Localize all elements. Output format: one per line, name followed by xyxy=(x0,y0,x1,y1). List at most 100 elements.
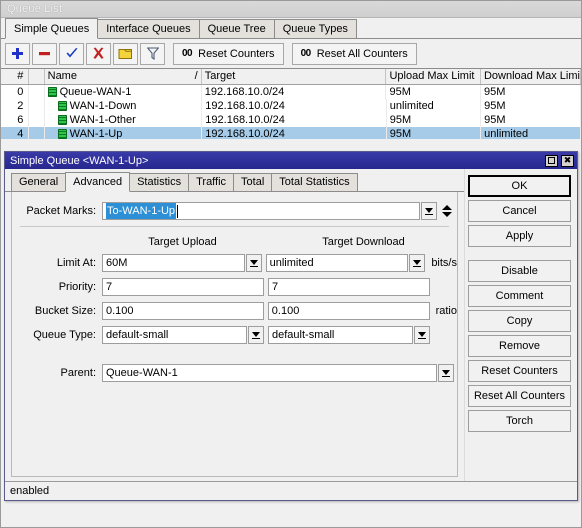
reset-counters-toolbar-button[interactable]: 00 Reset Counters xyxy=(173,42,284,65)
column-header-download-max-limit[interactable]: Download Max Limit xyxy=(481,69,581,84)
check-icon xyxy=(66,48,77,58)
tab-queue-types[interactable]: Queue Types xyxy=(273,19,357,38)
disable-button[interactable]: Disable xyxy=(468,260,571,282)
tab-total-statistics[interactable]: Total Statistics xyxy=(271,173,358,191)
column-header-number[interactable]: # xyxy=(1,69,30,84)
cancel-button[interactable]: Cancel xyxy=(468,200,571,222)
close-button[interactable]: ✖ xyxy=(561,154,574,167)
apply-button[interactable]: Apply xyxy=(468,225,571,247)
counter-badge-icon: 00 xyxy=(300,48,312,59)
packet-marks-dropdown-button[interactable] xyxy=(421,202,437,220)
row-download-max-limit: 95M xyxy=(481,99,581,113)
table-row-selected[interactable]: 4 WAN-1-Up 192.168.10.0/24 95M unlimited xyxy=(1,127,581,139)
row-flags xyxy=(29,85,45,99)
form-divider xyxy=(20,226,449,227)
queue-table[interactable]: # Name / Target Upload Max Limit Downloa… xyxy=(1,68,581,139)
queue-icon xyxy=(57,101,67,111)
limit-at-upload-dropdown-button[interactable] xyxy=(245,254,262,272)
add-button[interactable] xyxy=(5,42,30,65)
chevron-down-icon xyxy=(442,369,450,375)
tab-traffic-label: Traffic xyxy=(196,176,227,188)
ok-button[interactable]: OK xyxy=(468,175,571,197)
note-icon xyxy=(118,48,132,59)
reset-counters-button[interactable]: Reset Counters xyxy=(468,360,571,382)
tab-queue-tree-label: Queue Tree xyxy=(207,23,266,35)
limit-at-upload-input[interactable]: 60M xyxy=(102,254,245,272)
tab-general[interactable]: General xyxy=(11,173,67,191)
comment-button[interactable] xyxy=(113,42,138,65)
limit-at-download-input[interactable]: unlimited xyxy=(265,254,409,272)
toolbar: 00 Reset Counters 00 Reset All Counters xyxy=(1,39,581,68)
tab-queue-tree[interactable]: Queue Tree xyxy=(198,19,275,38)
row-upload-max-limit: 95M xyxy=(386,85,481,99)
window-title: Queue List xyxy=(7,3,63,15)
column-header-target[interactable]: Target xyxy=(202,69,387,84)
tab-interface-queues[interactable]: Interface Queues xyxy=(97,19,200,38)
row-flags xyxy=(29,127,45,139)
priority-upload-input[interactable]: 7 xyxy=(102,278,264,296)
packet-marks-row: Packet Marks: To-WAN-1-Up xyxy=(12,200,457,222)
reset-all-counters-button[interactable]: Reset All Counters xyxy=(468,385,571,407)
tab-statistics[interactable]: Statistics xyxy=(129,173,190,191)
parent-input[interactable]: Queue-WAN-1 xyxy=(102,364,437,382)
row-target: 192.168.10.0/24 xyxy=(202,85,387,99)
remove-button[interactable]: Remove xyxy=(468,335,571,357)
filter-button[interactable] xyxy=(140,42,165,65)
priority-download-input[interactable]: 7 xyxy=(268,278,430,296)
bucket-size-upload-input[interactable]: 0.100 xyxy=(102,302,264,320)
row-flags xyxy=(29,113,45,127)
row-download-max-limit: 95M xyxy=(481,113,581,127)
packet-marks-input[interactable]: To-WAN-1-Up xyxy=(102,202,420,220)
tab-total[interactable]: Total xyxy=(233,173,273,191)
torch-button[interactable]: Torch xyxy=(468,410,571,432)
enable-button[interactable] xyxy=(59,42,84,65)
limit-at-download-dropdown-button[interactable] xyxy=(409,254,426,272)
reset-counters-label: Reset Counters xyxy=(198,47,275,60)
queue-type-upload-input[interactable]: default-small xyxy=(102,326,247,344)
queue-type-upload-dropdown-button[interactable] xyxy=(248,326,264,344)
packet-marks-spinner[interactable] xyxy=(440,202,454,220)
add-icon xyxy=(12,48,23,59)
reset-all-counters-toolbar-button[interactable]: 00 Reset All Counters xyxy=(291,42,417,65)
target-columns-header: Target Upload Target Download xyxy=(12,233,457,251)
tab-advanced[interactable]: Advanced xyxy=(65,172,131,192)
dialog-titlebar[interactable]: Simple Queue <WAN-1-Up> ✖ xyxy=(5,152,577,169)
row-download-max-limit: 95M xyxy=(481,85,581,99)
packet-marks-label: Packet Marks: xyxy=(26,205,96,217)
status-text: enabled xyxy=(10,485,50,497)
row-name-cell: WAN-1-Other xyxy=(45,113,203,127)
queue-type-download-input[interactable]: default-small xyxy=(268,326,413,344)
tab-statistics-label: Statistics xyxy=(137,176,182,188)
tab-interface-queues-label: Interface Queues xyxy=(106,23,191,35)
disable-button[interactable] xyxy=(86,42,111,65)
priority-row: Priority: 7 7 xyxy=(12,276,457,298)
tab-simple-queues[interactable]: Simple Queues xyxy=(5,18,99,39)
table-row[interactable]: 2 WAN-1-Down 192.168.10.0/24 unlimited 9… xyxy=(1,99,581,113)
queue-type-download-dropdown-button[interactable] xyxy=(414,326,430,344)
comment-button[interactable]: Comment xyxy=(468,285,571,307)
window-titlebar: Queue List xyxy=(1,1,581,18)
main-tab-strip: Simple Queues Interface Queues Queue Tre… xyxy=(1,18,581,39)
parent-dropdown-button[interactable] xyxy=(438,364,454,382)
table-row[interactable]: 6 WAN-1-Other 192.168.10.0/24 95M 95M xyxy=(1,113,581,127)
row-name-cell: WAN-1-Up xyxy=(45,127,203,139)
copy-button[interactable]: Copy xyxy=(468,310,571,332)
column-header-upload-max-limit[interactable]: Upload Max Limit xyxy=(386,69,481,84)
tab-traffic[interactable]: Traffic xyxy=(188,173,235,191)
bucket-size-download-input[interactable]: 0.100 xyxy=(267,302,430,320)
row-flags xyxy=(29,99,45,113)
filter-icon xyxy=(146,47,159,60)
row-name-cell: WAN-1-Down xyxy=(45,99,203,113)
chevron-down-icon xyxy=(418,331,426,337)
column-header-flags[interactable] xyxy=(29,69,45,84)
row-number: 6 xyxy=(1,113,30,127)
sort-indicator-icon: / xyxy=(194,70,198,82)
parent-row: Parent: Queue-WAN-1 xyxy=(12,362,457,384)
limit-at-unit-label: bits/s xyxy=(431,257,457,269)
column-header-name[interactable]: Name / xyxy=(45,69,202,84)
row-number: 4 xyxy=(1,127,30,139)
table-row[interactable]: 0 Queue-WAN-1 192.168.10.0/24 95M 95M xyxy=(1,85,581,99)
maximize-button[interactable] xyxy=(545,154,558,167)
remove-button[interactable] xyxy=(32,42,57,65)
advanced-form: Packet Marks: To-WAN-1-Up Target Upload … xyxy=(11,192,458,477)
